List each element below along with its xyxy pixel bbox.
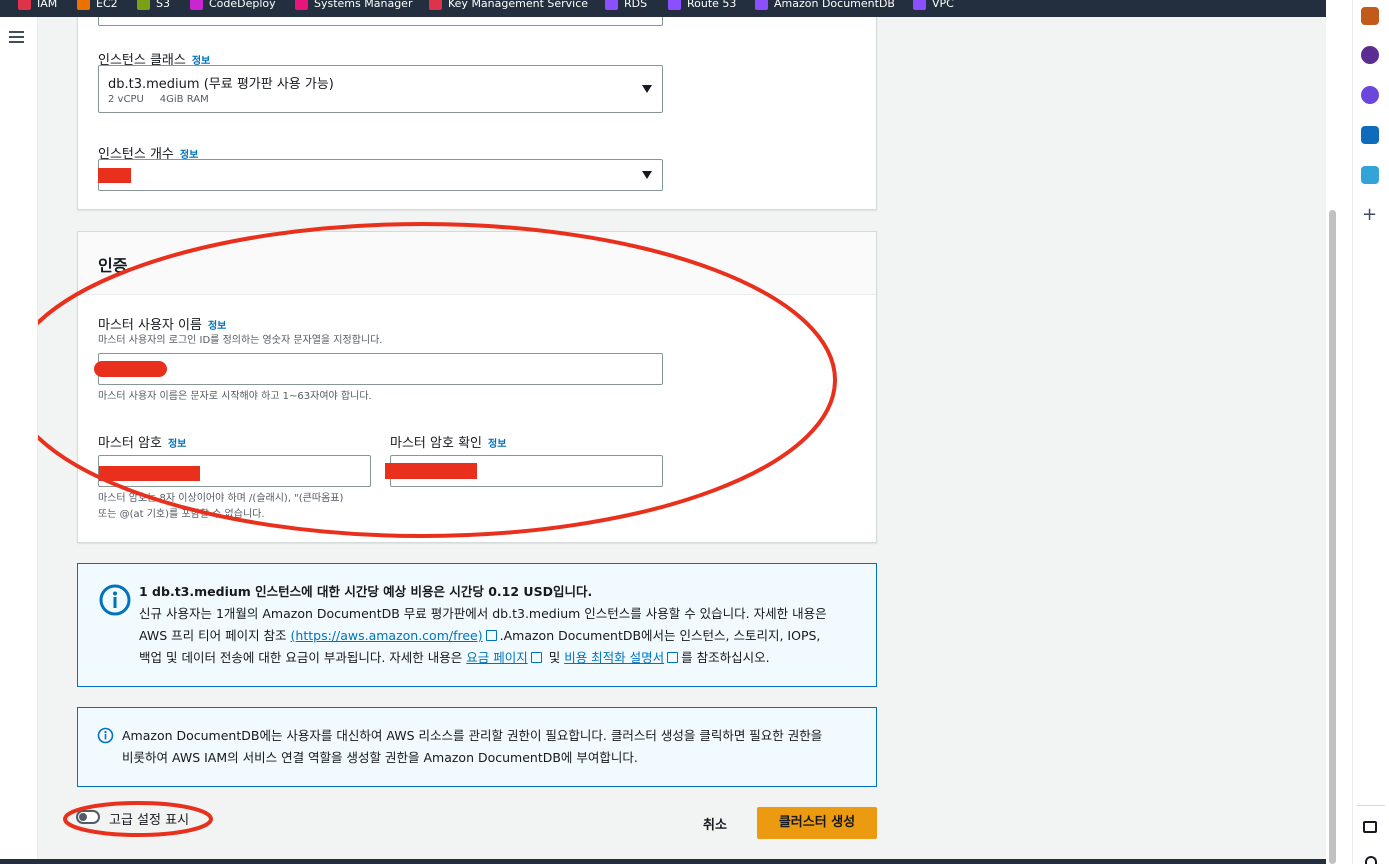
bookmark-systems-manager[interactable]: Systems Manager (295, 0, 412, 12)
side-navigation (0, 17, 38, 864)
route53-icon (668, 0, 681, 10)
bookmark-label: VPC (932, 0, 954, 10)
annotation-ellipse-auth (38, 222, 837, 538)
scrollbar-thumb[interactable] (1329, 210, 1336, 864)
bookmark-label: Systems Manager (314, 0, 413, 10)
rds-icon (605, 0, 618, 10)
main-content: 인스턴스 클래스 정보 db.t3.medium (무료 평가판 사용 가능) 2… (38, 17, 1326, 860)
bookmarks-bar: IAM EC2 S3 CodeDeploy Systems Manager Ke… (0, 0, 1326, 17)
bookmark-label: EC2 (96, 0, 118, 10)
bookmark-kms[interactable]: Key Management Service (429, 0, 588, 12)
vpc-icon (913, 0, 926, 10)
bookmark-iam[interactable]: IAM (18, 0, 57, 12)
bookmark-label: CodeDeploy (209, 0, 276, 10)
bookmark-documentdb[interactable]: Amazon DocumentDB (755, 0, 895, 12)
bookmark-codedeploy[interactable]: CodeDeploy (190, 0, 276, 12)
annotation-overlay (38, 222, 837, 837)
send-icon[interactable] (1361, 166, 1379, 184)
chess-icon[interactable] (1361, 46, 1379, 64)
settings-gear-icon[interactable] (1365, 856, 1377, 864)
bookmark-label: Route 53 (687, 0, 737, 10)
bookmark-route53[interactable]: Route 53 (668, 0, 736, 12)
kms-icon (429, 0, 442, 10)
bookmark-label: RDS (624, 0, 648, 10)
bookmark-s3[interactable]: S3 (137, 0, 170, 12)
systems-manager-icon (295, 0, 308, 10)
codedeploy-icon (190, 0, 203, 10)
briefcase-icon[interactable] (1361, 7, 1379, 25)
browser-sidebar: + (1352, 0, 1389, 864)
bottom-bar (0, 859, 1326, 864)
add-icon[interactable]: + (1362, 206, 1377, 224)
bookmark-label: IAM (37, 0, 58, 10)
outlook-icon[interactable] (1361, 126, 1379, 144)
iam-icon (18, 0, 31, 10)
bookmark-label: S3 (156, 0, 170, 10)
sidebar-toggle-icon[interactable] (1363, 821, 1377, 833)
copilot-icon[interactable] (1361, 86, 1379, 104)
bookmark-label: Amazon DocumentDB (774, 0, 895, 10)
hamburger-menu-icon[interactable] (9, 31, 24, 44)
s3-icon (137, 0, 150, 10)
documentdb-icon (755, 0, 768, 10)
bookmark-label: Key Management Service (448, 0, 589, 10)
bookmark-rds[interactable]: RDS (605, 0, 647, 12)
bookmark-ec2[interactable]: EC2 (77, 0, 118, 12)
annotation-ellipse-toggle (63, 801, 213, 837)
ec2-icon (77, 0, 90, 10)
bookmark-vpc[interactable]: VPC (913, 0, 954, 12)
sidebar-divider (1357, 805, 1385, 806)
